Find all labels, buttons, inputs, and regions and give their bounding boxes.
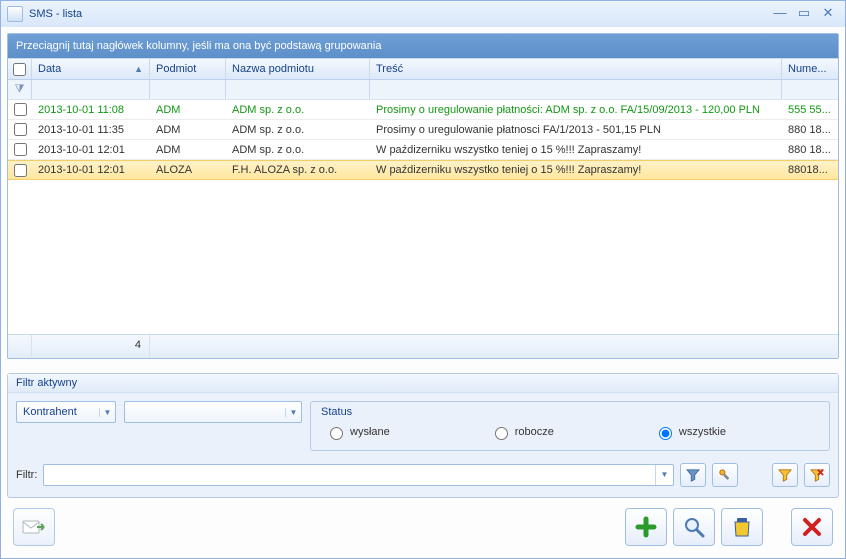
x-icon bbox=[802, 517, 822, 537]
col-tresc[interactable]: Treść bbox=[370, 59, 782, 79]
cell-podmiot: ALOZA bbox=[150, 164, 226, 176]
magnifier-icon bbox=[683, 516, 705, 538]
cell-podmiot: ADM bbox=[150, 124, 226, 136]
grid-filter-row: ⧩ bbox=[8, 80, 838, 100]
cell-nazwa: ADM sp. z o.o. bbox=[226, 144, 370, 156]
grid-body: 2013-10-01 11:08ADMADM sp. z o.o.Prosimy… bbox=[8, 100, 838, 334]
filter-field-combo[interactable]: Kontrahent ▼ bbox=[16, 401, 116, 423]
table-row[interactable]: 2013-10-01 12:01ADMADM sp. z o.o.W paźdi… bbox=[8, 140, 838, 160]
window-title: SMS - lista bbox=[29, 8, 82, 20]
row-checkbox[interactable] bbox=[14, 143, 27, 156]
builder-button[interactable] bbox=[712, 463, 738, 487]
cell-tresc: W paźdizerniku wszystko teniej o 15 %!!!… bbox=[370, 144, 782, 156]
titlebar: SMS - lista — ▭ ✕ bbox=[1, 1, 845, 27]
chevron-down-icon: ▼ bbox=[99, 408, 115, 417]
row-count: 4 bbox=[32, 335, 150, 358]
filter-text-input[interactable] bbox=[44, 465, 655, 485]
row-checkbox[interactable] bbox=[14, 123, 27, 136]
status-label: Status bbox=[321, 406, 819, 418]
filter-funnel[interactable]: ⧩ bbox=[8, 80, 32, 99]
cell-numer: 880 18... bbox=[782, 144, 838, 156]
chevron-down-icon: ▼ bbox=[285, 408, 301, 417]
col-data[interactable]: Data▲ bbox=[32, 59, 150, 79]
sms-grid: Przeciągnij tutaj nagłówek kolumny, jeśl… bbox=[7, 33, 839, 359]
col-podmiot[interactable]: Podmiot bbox=[150, 59, 226, 79]
sort-asc-icon: ▲ bbox=[134, 64, 143, 74]
groupby-bar[interactable]: Przeciągnij tutaj nagłówek kolumny, jeśl… bbox=[8, 34, 838, 58]
col-checkbox[interactable] bbox=[8, 59, 32, 79]
cell-tresc: Prosimy o uregulowanie płatności: ADM sp… bbox=[370, 104, 782, 116]
cell-podmiot: ADM bbox=[150, 144, 226, 156]
col-nazwa[interactable]: Nazwa podmiotu bbox=[226, 59, 370, 79]
send-button[interactable] bbox=[13, 508, 55, 546]
cell-tresc: Prosimy o uregulowanie płatnosci FA/1/20… bbox=[370, 124, 782, 136]
cell-nazwa: ADM sp. z o.o. bbox=[226, 104, 370, 116]
status-wyslane[interactable]: wysłane bbox=[325, 424, 390, 440]
cell-numer: 555 55... bbox=[782, 104, 838, 116]
plus-icon bbox=[635, 516, 657, 538]
funnel-icon: ⧩ bbox=[15, 83, 25, 96]
filter-value-combo[interactable]: ▼ bbox=[124, 401, 302, 423]
filter-text-combo[interactable]: ▼ bbox=[43, 464, 674, 486]
filter-label: Filtr: bbox=[16, 469, 37, 481]
cell-numer: 88018... bbox=[782, 164, 838, 176]
cell-data: 2013-10-01 12:01 bbox=[32, 164, 150, 176]
trash-icon bbox=[732, 516, 752, 538]
funnel-clear-icon bbox=[810, 468, 824, 482]
chevron-down-icon[interactable]: ▼ bbox=[655, 465, 673, 485]
cell-nazwa: F.H. ALOZA sp. z o.o. bbox=[226, 164, 370, 176]
status-wszystkie[interactable]: wszystkie bbox=[654, 424, 726, 440]
minimize-button[interactable]: — bbox=[769, 6, 791, 22]
maximize-button[interactable]: ▭ bbox=[793, 6, 815, 22]
close-button[interactable]: ✕ bbox=[817, 6, 839, 22]
grid-header: Data▲ Podmiot Nazwa podmiotu Treść Nume.… bbox=[8, 58, 838, 80]
col-numer[interactable]: Nume... bbox=[782, 59, 838, 79]
cell-nazwa: ADM sp. z o.o. bbox=[226, 124, 370, 136]
close-window-button[interactable] bbox=[791, 508, 833, 546]
table-row[interactable]: 2013-10-01 11:35ADMADM sp. z o.o.Prosimy… bbox=[8, 120, 838, 140]
envelope-arrow-icon bbox=[22, 517, 46, 537]
app-icon bbox=[7, 6, 23, 22]
table-row[interactable]: 2013-10-01 11:08ADMADM sp. z o.o.Prosimy… bbox=[8, 100, 838, 120]
select-all-checkbox[interactable] bbox=[13, 63, 26, 76]
cell-podmiot: ADM bbox=[150, 104, 226, 116]
groupby-hint: Przeciągnij tutaj nagłówek kolumny, jeśl… bbox=[16, 40, 381, 52]
cell-tresc: W paźdizerniku wszystko teniej o 15 %!!!… bbox=[370, 164, 782, 176]
row-checkbox[interactable] bbox=[14, 103, 27, 116]
bottom-toolbar bbox=[7, 500, 839, 552]
status-robocze[interactable]: robocze bbox=[490, 424, 554, 440]
cell-numer: 880 18... bbox=[782, 124, 838, 136]
cell-data: 2013-10-01 11:35 bbox=[32, 124, 150, 136]
wrench-icon bbox=[718, 468, 732, 482]
status-group: Status wysłane robocze wszystkie bbox=[310, 401, 830, 451]
filter-panel: Filtr aktywny Kontrahent ▼ ▼ Status wysł… bbox=[7, 373, 839, 498]
apply-filter-button[interactable] bbox=[680, 463, 706, 487]
delete-button[interactable] bbox=[721, 508, 763, 546]
funnel-icon bbox=[686, 468, 700, 482]
view-button[interactable] bbox=[673, 508, 715, 546]
cell-data: 2013-10-01 12:01 bbox=[32, 144, 150, 156]
clear-filter-button[interactable] bbox=[804, 463, 830, 487]
favorite-filter-button[interactable] bbox=[772, 463, 798, 487]
table-row[interactable]: 2013-10-01 12:01ALOZAF.H. ALOZA sp. z o.… bbox=[8, 160, 838, 180]
row-checkbox[interactable] bbox=[14, 164, 27, 177]
add-button[interactable] bbox=[625, 508, 667, 546]
filter-field-value: Kontrahent bbox=[17, 406, 99, 418]
funnel-star-icon bbox=[778, 468, 792, 482]
cell-data: 2013-10-01 11:08 bbox=[32, 104, 150, 116]
filter-panel-title: Filtr aktywny bbox=[8, 374, 838, 393]
grid-footer: 4 bbox=[8, 334, 838, 358]
